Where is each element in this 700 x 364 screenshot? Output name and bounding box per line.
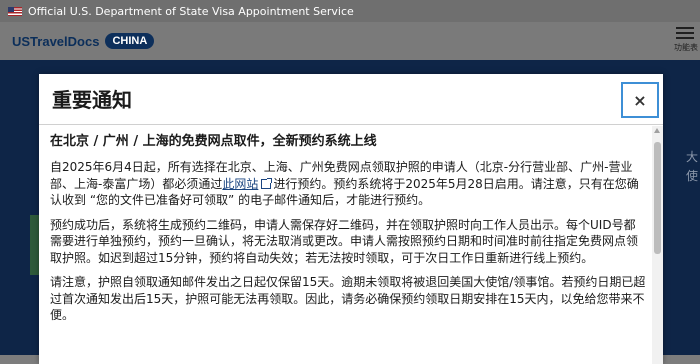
scrollbar-thumb[interactable] [654, 142, 661, 254]
notice-subheading: 在北京 / 广州 / 上海的免费网点取件，全新预约系统上线 [50, 134, 377, 149]
official-banner-text: Official U.S. Department of State Visa A… [28, 4, 354, 18]
site-header: USTravelDocs CHINA 功能表 [0, 22, 700, 60]
menu-label: 功能表 [674, 43, 698, 52]
hero-text-right: 大 [685, 150, 698, 164]
site-logo[interactable]: USTravelDocs [12, 34, 99, 49]
modal-header: 重要通知 × [39, 74, 663, 125]
notice-paragraph-1: 自2025年6月4日起，所有选择在北京、上海、广州免费网点领取护照的申请人（北京… [50, 160, 639, 207]
hamburger-menu-icon [676, 27, 694, 39]
country-badge[interactable]: CHINA [105, 33, 155, 49]
modal-title: 重要通知 [52, 88, 132, 112]
menu-button[interactable]: 功能表 [674, 24, 698, 53]
modal-scrollbar[interactable] [652, 126, 663, 364]
important-notice-modal: 重要通知 × 在北京 / 广州 / 上海的免费网点取件，全新预约系统上线 自20… [39, 74, 663, 364]
close-button[interactable]: × [621, 82, 659, 118]
official-banner: Official U.S. Department of State Visa A… [0, 0, 700, 22]
modal-body: 在北京 / 广州 / 上海的免费网点取件，全新预约系统上线 自2025年6月4日… [50, 133, 646, 364]
close-icon: × [633, 90, 647, 110]
us-flag-icon [8, 6, 22, 16]
external-link-icon [261, 177, 273, 189]
appointment-website-link[interactable]: 此网站 [222, 177, 258, 191]
scroll-up-arrow-icon[interactable] [654, 128, 660, 133]
notice-paragraph-3: 请注意，护照自领取通知邮件发出之日起仅保留15天。逾期未领取将被退回美国大使馆/… [50, 275, 646, 322]
hero-text-right-2: 使 [685, 169, 698, 183]
notice-paragraph-2: 预约成功后，系统将生成预约二维码，申请人需保存好二维码，并在领取护照时向工作人员… [50, 217, 639, 265]
